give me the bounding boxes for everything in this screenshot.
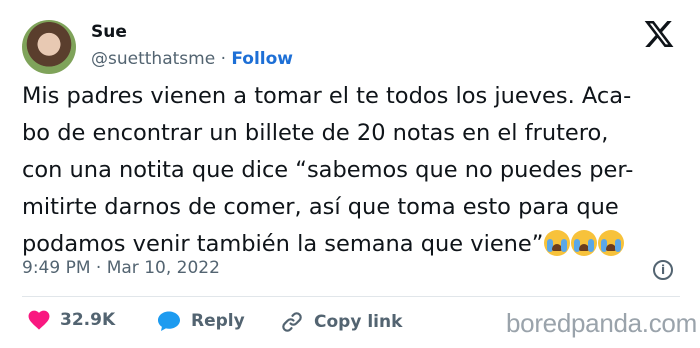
tweet-line: podamos venir también la semana que vien… — [22, 231, 544, 257]
divider — [22, 296, 680, 297]
tweet-line: con una notita que dice “sabemos que no … — [22, 157, 634, 183]
user-display-name[interactable]: Sue — [91, 22, 127, 42]
heart-icon — [28, 310, 50, 330]
avatar[interactable] — [22, 20, 76, 74]
like-button[interactable]: 32.9K — [28, 310, 115, 330]
reply-button[interactable]: Reply — [157, 310, 245, 332]
tweet-text: Mis padres vienen a tomar el te todos lo… — [22, 78, 687, 263]
reply-label: Reply — [191, 311, 245, 331]
crying-face-icon — [598, 230, 625, 256]
reply-icon — [158, 311, 180, 331]
x-logo-icon[interactable] — [643, 18, 675, 50]
user-handle-row: @suetthatsme · Follow — [91, 49, 293, 69]
copy-link-label: Copy link — [314, 312, 403, 332]
tweet-line: bo de encontrar un billete de 20 notas e… — [22, 120, 609, 146]
watermark: boredpanda.com — [506, 308, 697, 338]
info-icon[interactable]: i — [653, 260, 673, 280]
tweet-line: mitirte darnos de comer, así que toma es… — [22, 194, 619, 220]
tweet-line: Mis padres vienen a tomar el te todos lo… — [22, 83, 632, 109]
crying-face-icon — [571, 230, 598, 256]
follow-button[interactable]: Follow — [231, 49, 293, 69]
crying-face-icon — [544, 230, 571, 256]
link-icon — [282, 312, 302, 332]
tweet-timestamp[interactable]: 9:49 PM · Mar 10, 2022 — [22, 258, 220, 278]
user-handle[interactable]: @suetthatsme — [91, 49, 215, 69]
like-count: 32.9K — [60, 310, 116, 330]
copy-link-button[interactable]: Copy link — [280, 310, 402, 334]
separator-dot: · — [220, 49, 226, 69]
